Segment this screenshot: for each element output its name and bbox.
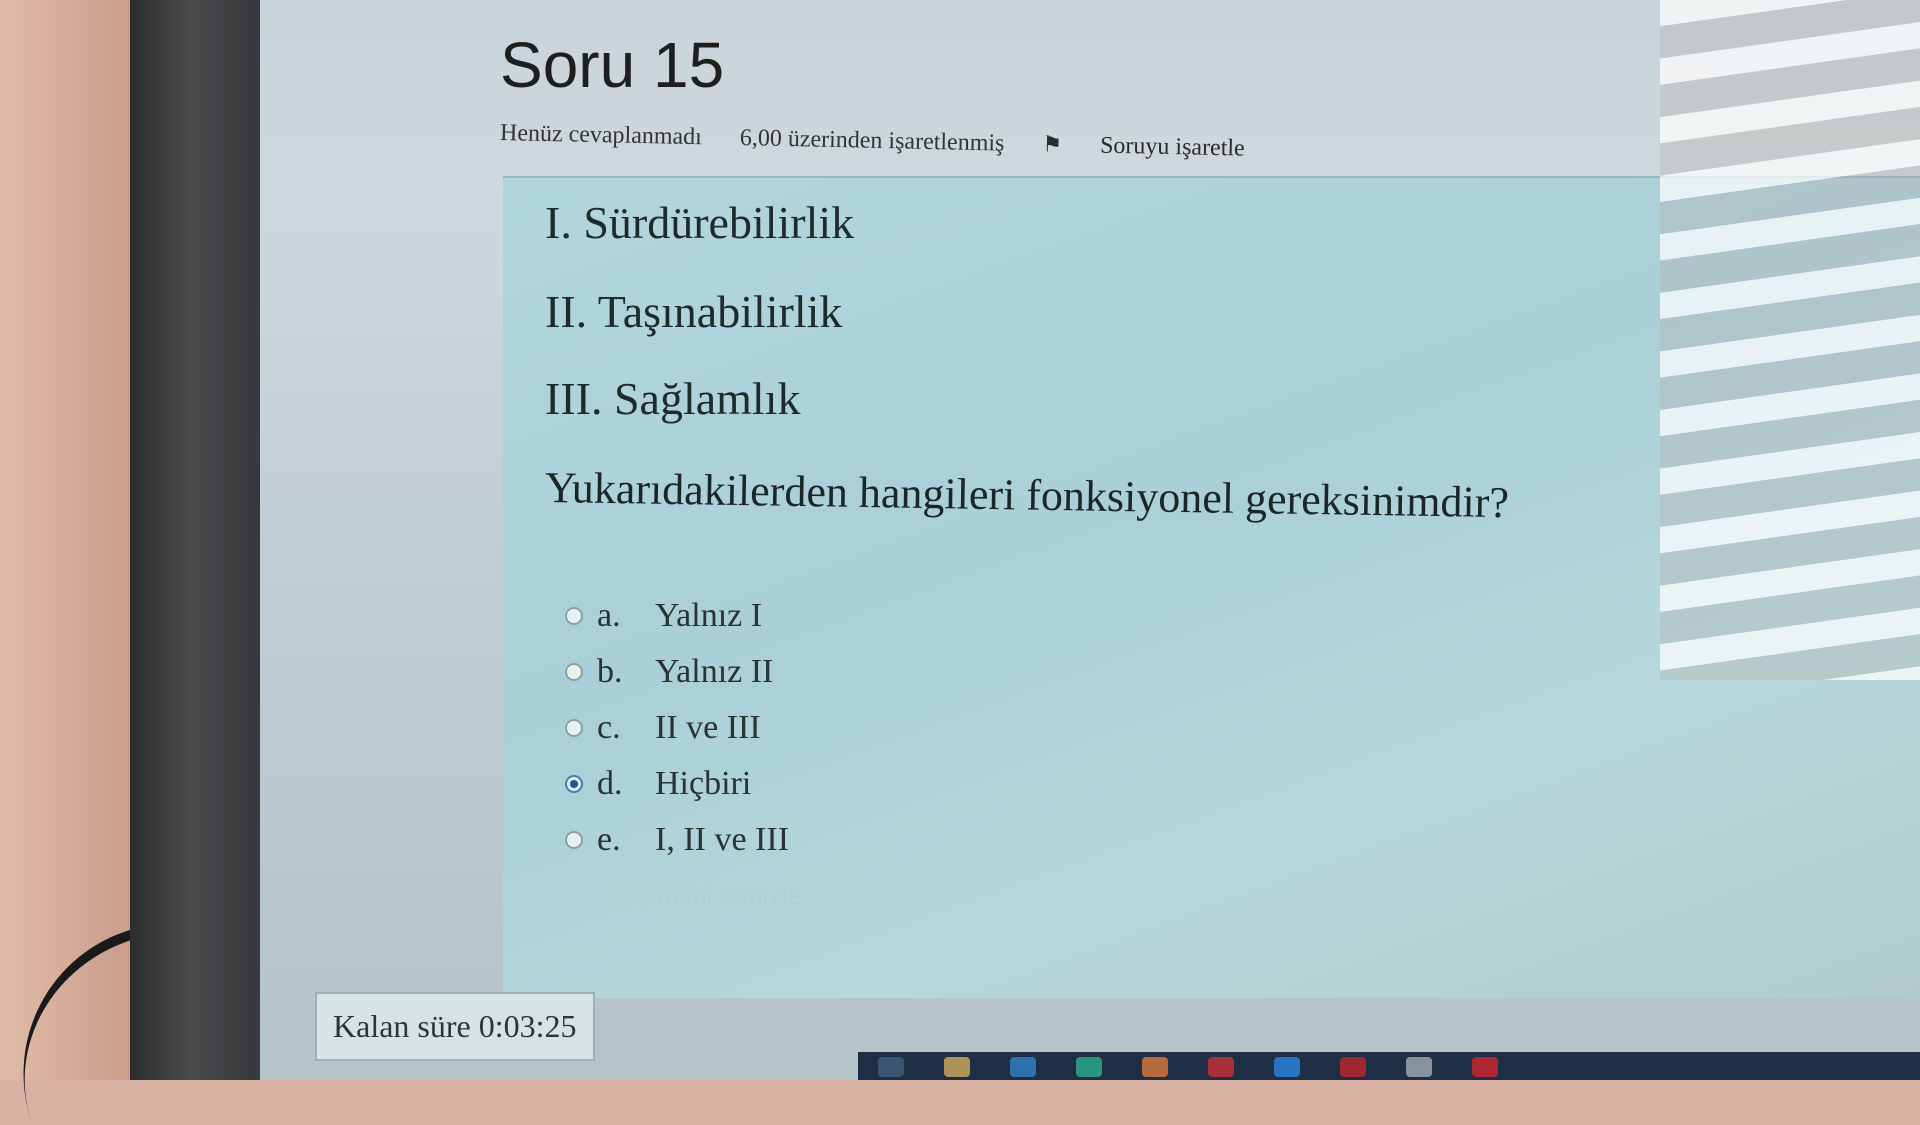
- answer-text: Hiçbiri: [655, 765, 752, 802]
- radio-icon[interactable]: [565, 775, 583, 793]
- pdf-reader-icon[interactable]: [1472, 1057, 1498, 1077]
- flag-icon: ⚑: [1042, 131, 1063, 157]
- question-marks: 6,00 üzerinden işaretlenmiş: [739, 125, 1005, 157]
- radio-icon[interactable]: [565, 719, 583, 737]
- clear-choice-link[interactable]: Seçimimi temizle: [607, 880, 802, 911]
- time-remaining: Kalan süre 0:03:25: [315, 992, 595, 1061]
- answer-text: Yalnız I: [655, 597, 763, 634]
- taskbar-app-icon[interactable]: [1208, 1057, 1234, 1077]
- taskbar-app-icon[interactable]: [1142, 1057, 1168, 1077]
- flag-question-link[interactable]: ⚑ Soruyu işaretle: [1042, 131, 1283, 163]
- taskbar-app-icon[interactable]: [1076, 1057, 1102, 1077]
- window-blinds-reflection: [1660, 0, 1920, 680]
- question-info: Henüz cevaplanmadı 6,00 üzerinden işaret…: [500, 120, 1321, 164]
- answer-option-d[interactable]: d. Hiçbiri: [565, 756, 789, 812]
- flag-question-label: Soruyu işaretle: [1099, 132, 1245, 162]
- radio-icon[interactable]: [565, 663, 583, 681]
- radio-icon[interactable]: [565, 831, 583, 849]
- answer-option-c[interactable]: c. II ve III: [565, 700, 789, 756]
- statement-2: II. Taşınabilirlik: [545, 286, 843, 337]
- radio-icon[interactable]: [565, 607, 583, 625]
- answer-letter: b.: [597, 653, 623, 690]
- taskbar-app-icon[interactable]: [1274, 1057, 1300, 1077]
- answer-option-e[interactable]: e. I, II ve III: [565, 812, 789, 868]
- answer-option-b[interactable]: b. Yalnız II: [565, 644, 789, 700]
- answer-list: a. Yalnız I b. Yalnız II c. II ve III d.…: [565, 588, 789, 868]
- answer-text: Yalnız II: [655, 653, 774, 690]
- opera-icon[interactable]: [1340, 1057, 1366, 1077]
- answer-text: I, II ve III: [655, 821, 790, 858]
- answer-letter: d.: [597, 765, 623, 802]
- answer-option-a[interactable]: a. Yalnız I: [565, 588, 789, 644]
- answer-letter: e.: [597, 821, 621, 858]
- taskbar-app-icon[interactable]: [1406, 1057, 1432, 1077]
- answer-letter: c.: [597, 709, 621, 746]
- statement-3: III. Sağlamlık: [545, 373, 801, 424]
- answer-status: Henüz cevaplanmadı: [499, 120, 703, 151]
- answer-letter: a.: [597, 597, 621, 634]
- taskbar-app-icon[interactable]: [878, 1057, 904, 1077]
- statement-1: I. Sürdürebilirlik: [545, 197, 855, 248]
- answer-text: II ve III: [655, 709, 761, 746]
- folder-icon[interactable]: [944, 1057, 970, 1077]
- taskbar-app-icon[interactable]: [1010, 1057, 1036, 1077]
- question-title: Soru 15: [500, 29, 725, 101]
- laptop-screen: Soru 15 Henüz cevaplanmadı 6,00 üzerinde…: [260, 0, 1920, 1080]
- taskbar: [858, 1052, 1920, 1080]
